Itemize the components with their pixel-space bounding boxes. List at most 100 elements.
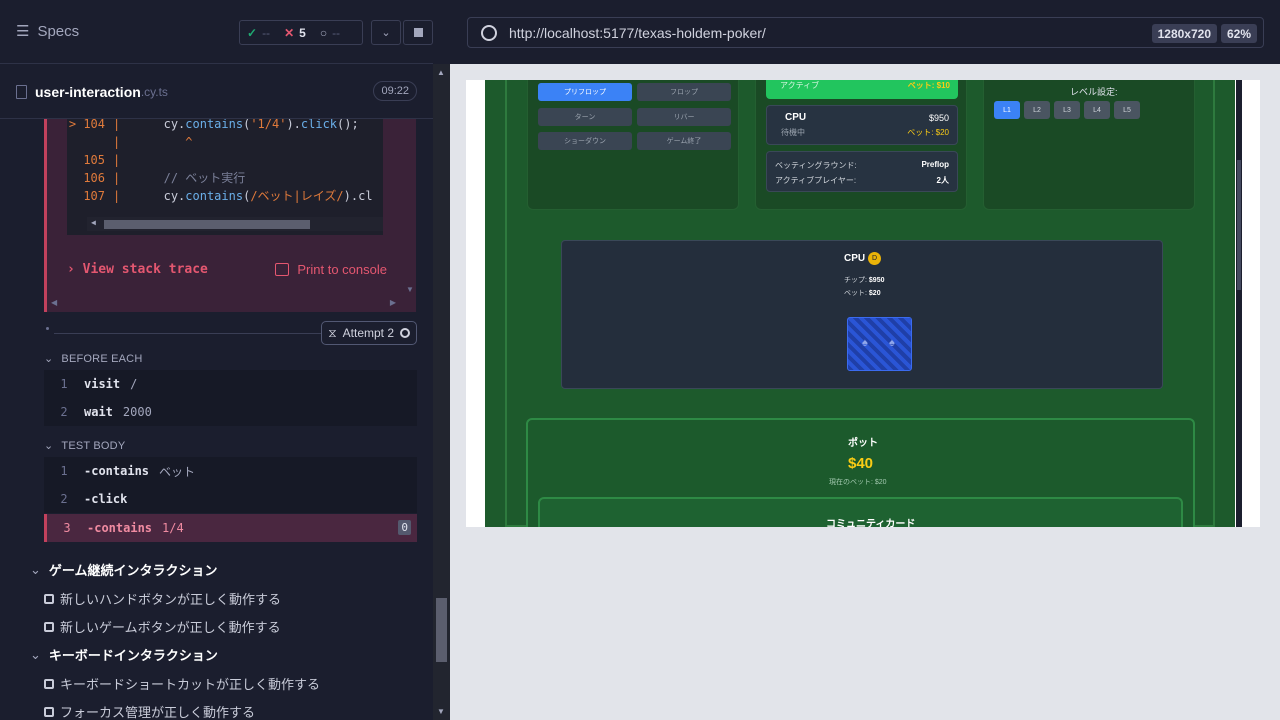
error-hscrollbar[interactable]: ◀ ▶ — [47, 296, 400, 310]
scroll-down-icon: ▼ — [406, 285, 414, 294]
spade-icon: ♠ — [889, 337, 895, 349]
stop-button[interactable] — [403, 20, 433, 45]
element-count-badge: 0 — [398, 520, 411, 535]
code-line-caret: | ^ — [113, 135, 193, 149]
command-row[interactable]: 2 wait 2000 — [44, 398, 417, 426]
level-title: レベル設定: — [1070, 87, 1118, 97]
chevron-down-icon: ⌄ — [30, 646, 41, 662]
zoom-badge[interactable]: 62% — [1220, 24, 1257, 43]
cypress-runner: ☰ Specs ✓ -- ✕ 5 ○ -- ⌄ user-interaction… — [0, 0, 1280, 720]
url-bar[interactable]: http://localhost:5177/texas-holdem-poker… — [467, 17, 1264, 48]
view-stack-trace-button[interactable]: › View stack trace — [67, 262, 208, 277]
scroll-left-icon: ◀ — [91, 218, 96, 227]
failed-command-row[interactable]: 3 -contains 1/4 0 — [44, 514, 417, 542]
x-icon: ✕ — [284, 25, 295, 40]
code-line-105: 105 | — [83, 153, 121, 167]
stage-button-turn[interactable]: ターン — [538, 108, 632, 126]
cpu-player-card: CPU 待機中 $950 ベット: $20 — [766, 105, 958, 145]
opponent-card-back: ♠ ♠ — [847, 317, 912, 371]
error-block: > 104 | cy.contains('1/4').click(); | ^ 1… — [44, 119, 416, 312]
stage-button-flop[interactable]: フロップ — [637, 83, 731, 101]
attempt-row: ⧖ Attempt 2 — [44, 321, 417, 345]
hourglass-icon: ⧖ — [328, 325, 337, 340]
dealer-badge: D — [868, 252, 881, 265]
passed-stat: ✓ -- — [247, 25, 271, 40]
pending-test-icon — [44, 678, 54, 689]
suite-header[interactable]: ⌄ ゲーム継続インタラクション — [30, 560, 218, 579]
scrollbar-thumb[interactable] — [104, 220, 310, 229]
scroll-up-icon: ▲ — [437, 68, 445, 77]
spec-file-name: user-interaction — [35, 84, 141, 100]
level-button-2[interactable]: L2 — [1024, 101, 1050, 119]
specs-toggle[interactable]: ☰ Specs — [16, 22, 80, 41]
command-row[interactable]: 1 -contains ベット — [44, 457, 417, 485]
stats-bar: ✓ -- ✕ 5 ○ -- — [239, 20, 363, 45]
command-row[interactable]: 1 visit / — [44, 370, 417, 398]
print-to-console-button[interactable]: Print to console — [275, 262, 387, 277]
code-frame: > 104 | cy.contains('1/4').click(); | ^ 1… — [67, 119, 383, 235]
scroll-left-icon: ◀ — [51, 298, 58, 307]
scrollbar-thumb[interactable] — [436, 598, 447, 662]
community-cards-panel: コミュニティカード — [538, 497, 1183, 527]
chevron-down-icon: ⌄ — [44, 440, 54, 452]
command-row[interactable]: 2 -click — [44, 485, 417, 513]
chevron-down-button[interactable]: ⌄ — [371, 20, 401, 45]
spinner-icon: ○ — [319, 25, 328, 40]
scrollbar-thumb[interactable] — [1237, 160, 1241, 290]
pot-title: ポット — [848, 438, 878, 449]
globe-icon — [481, 24, 497, 41]
pending-test-icon — [44, 593, 54, 604]
code-line-106: 106 | // ベット実行 — [83, 171, 246, 185]
test-item[interactable]: キーボードショートカットが正しく動作する — [44, 674, 320, 693]
code-scrollbar[interactable]: ◀ ▶ — [87, 217, 383, 231]
reporter-scrollbar[interactable]: ▲ ▼ — [433, 64, 450, 720]
before-each-header[interactable]: ⌄ BEFORE EACH — [44, 352, 142, 366]
level-button-5[interactable]: L5 — [1114, 101, 1140, 119]
poker-table: プリフロップ フロップ ターン リバー ショーダウン ゲーム終了 アクティブ ベ… — [485, 80, 1235, 527]
level-button-4[interactable]: L4 — [1084, 101, 1110, 119]
app-scrollbar[interactable] — [1236, 80, 1242, 527]
pot-amount: $40 — [848, 455, 874, 472]
level-button-1[interactable]: L1 — [994, 101, 1020, 119]
current-bet: 現在のベット: $20 — [829, 479, 887, 486]
spec-file-header[interactable]: user-interaction .cy.ts 09:22 — [16, 80, 417, 104]
test-body-header[interactable]: ⌄ TEST BODY — [44, 439, 125, 453]
test-item[interactable]: 新しいゲームボタンが正しく動作する — [44, 617, 281, 636]
check-icon: ✓ — [247, 25, 258, 40]
running-icon — [400, 328, 410, 338]
viewport-badge[interactable]: 1280x720 — [1151, 24, 1217, 43]
chevron-down-icon: ⌄ — [381, 27, 391, 39]
spade-icon: ♠ — [862, 337, 868, 349]
test-item[interactable]: フォーカス管理が正しく動作する — [44, 702, 255, 720]
url-text: http://localhost:5177/texas-holdem-poker… — [509, 24, 766, 41]
specs-label: Specs — [37, 22, 80, 40]
document-icon — [16, 85, 27, 99]
scroll-right-icon: ▶ — [389, 298, 396, 307]
stage-button-showdown[interactable]: ショーダウン — [538, 132, 632, 150]
round-info-card: ベッティングラウンド: Preflop アクティブプレイヤー: 2人 — [766, 151, 958, 192]
stage-button-preflop[interactable]: プリフロップ — [538, 83, 632, 101]
list-icon: ☰ — [16, 23, 30, 40]
stage-panel: プリフロップ フロップ ターン リバー ショーダウン ゲーム終了 — [527, 80, 739, 210]
community-title: コミュニティカード — [826, 519, 916, 527]
stop-icon — [413, 28, 423, 37]
opponent-name: CPU — [844, 253, 866, 264]
stage-button-game-end[interactable]: ゲーム終了 — [637, 132, 731, 150]
spec-duration: 09:22 — [373, 81, 417, 101]
suite-header[interactable]: ⌄ キーボードインタラクション — [30, 645, 218, 664]
level-button-3[interactable]: L3 — [1054, 101, 1080, 119]
reporter-panel: ☰ Specs ✓ -- ✕ 5 ○ -- ⌄ user-interaction… — [0, 0, 450, 720]
terminal-icon — [275, 263, 290, 276]
code-line-104: > 104 | cy.contains('1/4').click(); — [68, 119, 359, 131]
pending-stat: ○ -- — [319, 25, 341, 40]
active-player-card: アクティブ ベット: $10 — [766, 80, 958, 99]
code-line-107: 107 | cy.contains(/ベット|レイズ/).cl — [83, 189, 373, 203]
pending-test-icon — [44, 621, 54, 632]
error-vscrollbar[interactable]: ▼ — [403, 119, 417, 296]
spec-file-ext: .cy.ts — [140, 85, 168, 99]
chevron-down-icon: ⌄ — [44, 353, 54, 365]
attempt-tag[interactable]: ⧖ Attempt 2 — [321, 321, 417, 345]
reporter-header: ☰ Specs ✓ -- ✕ 5 ○ -- ⌄ — [0, 0, 433, 64]
test-item[interactable]: 新しいハンドボタンが正しく動作する — [44, 589, 281, 608]
stage-button-river[interactable]: リバー — [637, 108, 731, 126]
